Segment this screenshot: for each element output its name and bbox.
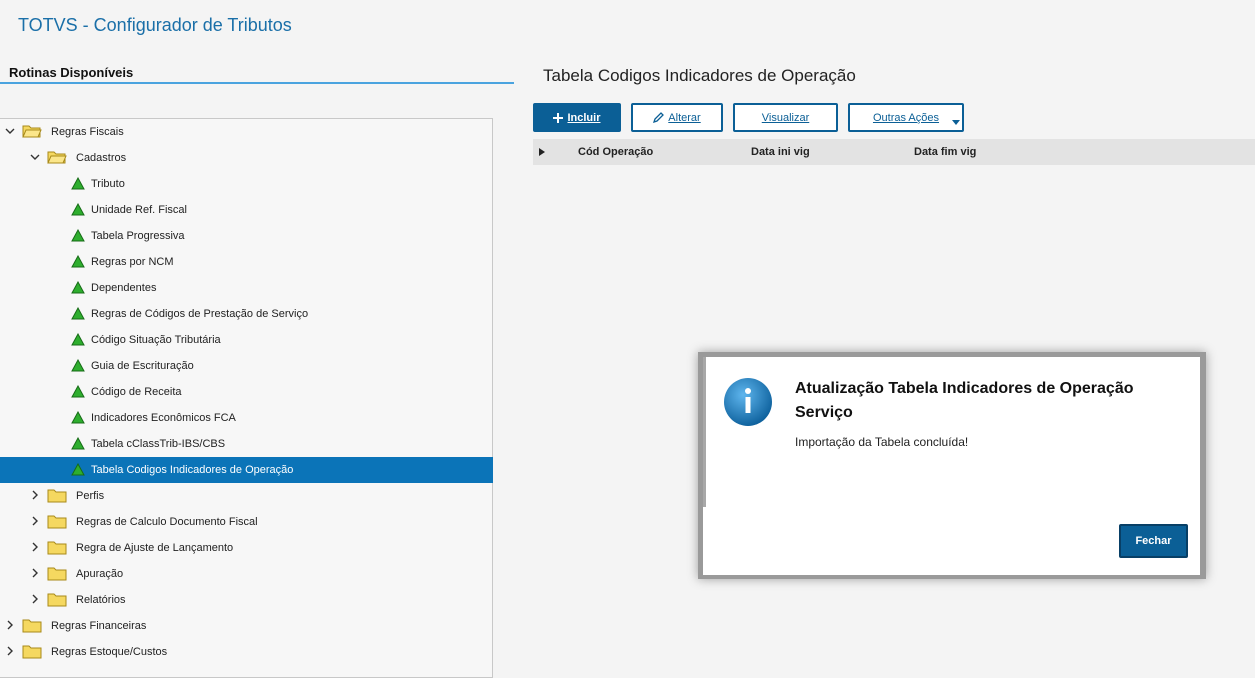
tree-item-label: Indicadores Econômicos FCA (91, 412, 236, 424)
tree-item[interactable]: Cadastros (0, 145, 493, 171)
tree-item-label: Regras Estoque/Custos (51, 646, 168, 658)
chevron-right-icon[interactable] (30, 516, 40, 526)
tree-item-label: Guia de Escrituração (91, 360, 194, 372)
tree-item-label: Unidade Ref. Fiscal (91, 204, 187, 216)
folder-icon (47, 515, 67, 529)
grid-header: Cód Operação Data ini vig Data fim vig (533, 139, 1255, 165)
page-title: Tabela Codigos Indicadores de Operação (543, 66, 856, 85)
column-header[interactable]: Data ini vig (751, 146, 810, 158)
dialog-title: Atualização Tabela Indicadores de Operaç… (795, 380, 1134, 421)
incluir-button[interactable]: Incluir (533, 103, 621, 132)
outras-acoes-button[interactable]: Outras Ações (848, 103, 964, 132)
green-triangle-icon (71, 463, 85, 476)
folder-icon (47, 567, 67, 581)
green-triangle-icon (71, 437, 85, 450)
tree-item-label: Tabela cClassTrib-IBS/CBS (91, 438, 226, 450)
column-header[interactable]: Data fim vig (914, 146, 976, 158)
folder-icon (22, 645, 42, 659)
incluir-label: Incluir (567, 111, 601, 124)
plus-icon (553, 112, 564, 123)
tree-item[interactable]: Regras de Calculo Documento Fiscal (0, 509, 493, 535)
chevron-right-icon[interactable] (5, 646, 15, 656)
tree-item[interactable]: Indicadores Econômicos FCA (0, 405, 493, 431)
tree-item[interactable]: Relatórios (0, 587, 493, 613)
tree-item[interactable]: Regras Estoque/Custos (0, 639, 493, 665)
tree-item[interactable]: Código Situação Tributária (0, 327, 493, 353)
alterar-button[interactable]: Alterar (631, 103, 723, 132)
green-triangle-icon (71, 281, 85, 294)
tree-item-label: Relatórios (76, 594, 126, 606)
tree-item[interactable]: Regras por NCM (0, 249, 493, 275)
green-triangle-icon (71, 307, 85, 320)
visualizar-button[interactable]: Visualizar (733, 103, 838, 132)
tree-item-label: Cadastros (76, 152, 127, 164)
visualizar-label: Visualizar (761, 111, 810, 124)
chevron-down-icon[interactable] (30, 152, 40, 162)
chevron-right-icon[interactable] (30, 594, 40, 604)
green-triangle-icon (71, 203, 85, 216)
green-triangle-icon (71, 411, 85, 424)
green-triangle-icon (71, 255, 85, 268)
tree-item[interactable]: Tabela cClassTrib-IBS/CBS (0, 431, 493, 457)
tree-item-label: Regras Fiscais (51, 126, 124, 138)
left-panel-header: Rotinas Disponíveis (0, 62, 514, 84)
tree-item[interactable]: Perfis (0, 483, 493, 509)
app-title: TOTVS - Configurador de Tributos (18, 15, 292, 35)
tree-item[interactable]: Regras de Códigos de Prestação de Serviç… (0, 301, 493, 327)
chevron-right-icon[interactable] (30, 490, 40, 500)
outras-acoes-label: Outras Ações (872, 111, 940, 124)
tree-item-label: Regras de Calculo Documento Fiscal (76, 516, 258, 528)
folder-icon (47, 489, 67, 503)
folder-icon (22, 619, 42, 633)
tree-item[interactable]: Dependentes (0, 275, 493, 301)
tree-item-label: Tabela Progressiva (91, 230, 185, 242)
close-button[interactable]: Fechar (1119, 524, 1188, 558)
alterar-label: Alterar (668, 111, 701, 124)
tree-item-label: Regra de Ajuste de Lançamento (76, 542, 234, 554)
green-triangle-icon (71, 229, 85, 242)
chevron-right-icon[interactable] (30, 568, 40, 578)
tree-item[interactable]: Guia de Escrituração (0, 353, 493, 379)
tree-item-label: Regras Financeiras (51, 620, 147, 632)
column-header[interactable]: Cód Operação (578, 146, 653, 158)
tree-item[interactable]: Unidade Ref. Fiscal (0, 197, 493, 223)
tree-item[interactable]: Tabela Progressiva (0, 223, 493, 249)
dialog-message: Importação da Tabela concluída! (795, 435, 969, 449)
tree-item-label: Regras de Códigos de Prestação de Serviç… (91, 308, 309, 320)
tree-item-label: Perfis (76, 490, 105, 502)
pencil-icon (653, 112, 665, 123)
chevron-right-icon[interactable] (30, 542, 40, 552)
tree-item[interactable]: Regras Financeiras (0, 613, 493, 639)
green-triangle-icon (71, 385, 85, 398)
left-panel-title: Rotinas Disponíveis (9, 65, 134, 80)
chevron-down-icon[interactable] (5, 126, 15, 136)
tree-item[interactable]: Tributo (0, 171, 493, 197)
chevron-right-icon[interactable] (5, 620, 15, 630)
tree-item-label: Dependentes (91, 282, 157, 294)
tree-item[interactable]: Regras Fiscais (0, 119, 493, 145)
tree-item-label: Código de Receita (91, 386, 182, 398)
tree-item-label: Tributo (91, 178, 125, 190)
folder-icon (22, 125, 42, 138)
green-triangle-icon (71, 177, 85, 190)
info-dialog: Atualização Tabela Indicadores de Operaç… (703, 357, 1200, 575)
green-triangle-icon (71, 359, 85, 372)
tree-item[interactable]: Código de Receita (0, 379, 493, 405)
green-triangle-icon (71, 333, 85, 346)
tree-item-label: Apuração (76, 568, 124, 580)
tree-item-label: Código Situação Tributária (91, 334, 221, 346)
folder-icon (47, 541, 67, 555)
tree-item-label: Regras por NCM (91, 256, 174, 268)
caret-down-icon (952, 120, 960, 125)
info-icon (724, 378, 772, 426)
tree-item[interactable]: Regra de Ajuste de Lançamento (0, 535, 493, 561)
routine-tree: Regras Fiscais Cadastros Tributo Unidade Re… (0, 118, 493, 678)
folder-icon (47, 593, 67, 607)
row-marker-icon (539, 148, 545, 156)
tree-item-label: Tabela Codigos Indicadores de Operação (91, 464, 294, 476)
tree-item[interactable]: Tabela Codigos Indicadores de Operação (0, 457, 493, 483)
tree-item[interactable]: Apuração (0, 561, 493, 587)
folder-icon (47, 151, 67, 164)
